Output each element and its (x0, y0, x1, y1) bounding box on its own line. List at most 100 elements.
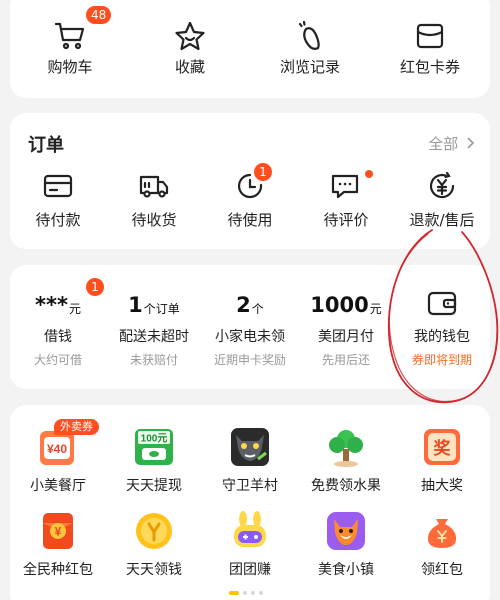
yen-glyph: ¥ (55, 525, 62, 539)
finance-value: *** 元 (35, 288, 81, 316)
shortcut-label: 购物车 (47, 58, 93, 76)
pending-review-dot (365, 170, 373, 178)
finance-appliance-reward[interactable]: 2 个 小家电未领 近期申卡奖励 (202, 288, 298, 368)
orders-title: 订单 (28, 135, 64, 156)
service-label: 天天提现 (126, 478, 182, 494)
finance-value: 2 个 (236, 288, 264, 316)
service-item[interactable]: 100元 天天提现 (106, 425, 202, 509)
service-item[interactable]: 守卫羊村 (202, 425, 298, 509)
finance-name: 美团月付 (318, 329, 374, 345)
bunny-game-icon (228, 509, 272, 553)
order-refund[interactable]: 退款/售后 (394, 170, 490, 230)
service-label: 美食小镇 (318, 562, 374, 578)
shortcut-label: 红包卡券 (399, 58, 460, 76)
chevron-right-icon (466, 135, 475, 153)
finance-subtitle: 近期申卡奖励 (213, 353, 286, 367)
service-label: 团团赚 (229, 562, 271, 578)
cart-count-badge: 48 (86, 6, 112, 24)
services-row: ¥40 外卖券 小美餐厅 100元 天天提现 守卫羊村 免费领水果 奖 抽大奖 (10, 419, 490, 509)
wallet-icon (427, 288, 457, 316)
order-pending-review[interactable]: 待评价 (298, 170, 394, 230)
finance-subtitle: 券即将到期 (411, 353, 472, 367)
lottery-glyph: 奖 (434, 438, 452, 459)
finance-unit: 个订单 (143, 302, 180, 316)
shortcut-favorites[interactable]: 收藏 (130, 20, 250, 77)
order-status-label: 退款/售后 (409, 211, 475, 229)
page-indicator (229, 591, 263, 595)
borrow-badge: 1 (86, 278, 104, 296)
page-dot (243, 591, 247, 595)
services-row: ¥ 全民种红包 天天领钱 团团赚 美食小镇 领红包 (10, 509, 490, 593)
service-item[interactable]: 免费领水果 (298, 425, 394, 509)
service-label: 抽大奖 (421, 478, 463, 494)
finance-name: 我的钱包 (414, 329, 470, 345)
gold-coin-icon (132, 509, 176, 553)
service-item[interactable]: 奖 抽大奖 (394, 425, 490, 509)
order-status-label: 待收货 (131, 211, 177, 229)
finance-borrow[interactable]: *** 元 1 借钱 大约可借 (10, 278, 106, 368)
service-label: 小美餐厅 (30, 478, 86, 494)
pending-use-badge: 1 (254, 163, 272, 181)
finance-unit: 元 (369, 302, 382, 316)
service-label: 免费领水果 (311, 478, 381, 494)
service-item[interactable]: ¥40 外卖券 小美餐厅 (10, 419, 106, 509)
star-icon (172, 20, 208, 52)
orders-card: 订单 全部 待付款 待收货 1 待使用 待评价 退款/售后 (10, 113, 490, 249)
order-status-label: 待付款 (35, 211, 81, 229)
page-dot (251, 591, 255, 595)
finance-row: *** 元 1 借钱 大约可借 1 个订单 配送未超时 未获赔付 2 个 小家电… (10, 278, 490, 368)
service-item[interactable]: ¥ 全民种红包 (10, 509, 106, 593)
order-status-row: 待付款 待收货 1 待使用 待评价 退款/售后 (10, 163, 490, 230)
page-dot (259, 591, 263, 595)
order-status-label: 待使用 (227, 211, 273, 229)
shopping-cart-icon (52, 20, 88, 52)
finance-name: 配送未超时 (119, 329, 189, 345)
finance-unit: 元 (68, 302, 81, 316)
page-dot-active (229, 591, 239, 595)
wallet-card-icon (40, 170, 76, 202)
services-card: ¥40 外卖券 小美餐厅 100元 天天提现 守卫羊村 免费领水果 奖 抽大奖 … (10, 405, 490, 600)
service-item[interactable]: 领红包 (394, 509, 490, 593)
service-item[interactable]: 天天领钱 (106, 509, 202, 593)
finance-my-wallet[interactable]: 我的钱包 券即将到期 (394, 288, 490, 368)
shortcut-history[interactable]: 浏览记录 (250, 20, 370, 77)
finance-card: *** 元 1 借钱 大约可借 1 个订单 配送未超时 未获赔付 2 个 小家电… (10, 265, 490, 389)
lottery-icon: 奖 (420, 425, 464, 469)
shortcut-vouchers[interactable]: 红包卡券 (370, 20, 490, 77)
delivery-truck-icon (136, 170, 172, 202)
orders-all-label: 全部 (428, 135, 459, 153)
order-pending-payment[interactable]: 待付款 (10, 170, 106, 230)
service-label: 守卫羊村 (222, 478, 278, 494)
service-label: 全民种红包 (23, 562, 93, 578)
card-voucher-icon (412, 20, 448, 52)
finance-delivery-compensation[interactable]: 1 个订单 配送未超时 未获赔付 (106, 288, 202, 368)
finance-value: 1 个订单 (128, 288, 180, 316)
finance-amount: 1 (128, 293, 143, 317)
order-pending-use[interactable]: 1 待使用 (202, 163, 298, 230)
cash-withdraw-icon: 100元 (132, 425, 176, 469)
finance-monthly-pay[interactable]: 1000 元 美团月付 先用后还 (298, 288, 394, 368)
refund-yen-icon (424, 170, 460, 202)
finance-subtitle: 未获赔付 (129, 353, 178, 367)
cash-amount: 100元 (141, 433, 168, 445)
red-envelope-icon: ¥ (36, 509, 80, 553)
takeout-coupon-tag: 外卖券 (54, 419, 99, 435)
shortcut-label: 浏览记录 (279, 58, 340, 76)
finance-name: 借钱 (44, 329, 72, 345)
orders-all-link[interactable]: 全部 (428, 133, 475, 154)
money-bag-icon (420, 509, 464, 553)
order-pending-receipt[interactable]: 待收货 (106, 170, 202, 230)
shortcuts-row: 48 购物车 收藏 浏览记录 红包卡券 (10, 6, 490, 77)
footprint-icon (292, 20, 328, 52)
finance-name: 小家电未领 (215, 329, 285, 345)
finance-amount: 2 (236, 293, 251, 317)
finance-unit: 个 (251, 302, 264, 316)
service-item[interactable]: 团团赚 (202, 509, 298, 593)
service-label: 领红包 (421, 562, 463, 578)
fox-town-icon (324, 509, 368, 553)
shortcut-cart[interactable]: 48 购物车 (10, 6, 130, 77)
shortcuts-card: 48 购物车 收藏 浏览记录 红包卡券 (10, 0, 490, 98)
comment-icon (328, 170, 364, 202)
service-item[interactable]: 美食小镇 (298, 509, 394, 593)
finance-subtitle: 先用后还 (321, 353, 370, 367)
